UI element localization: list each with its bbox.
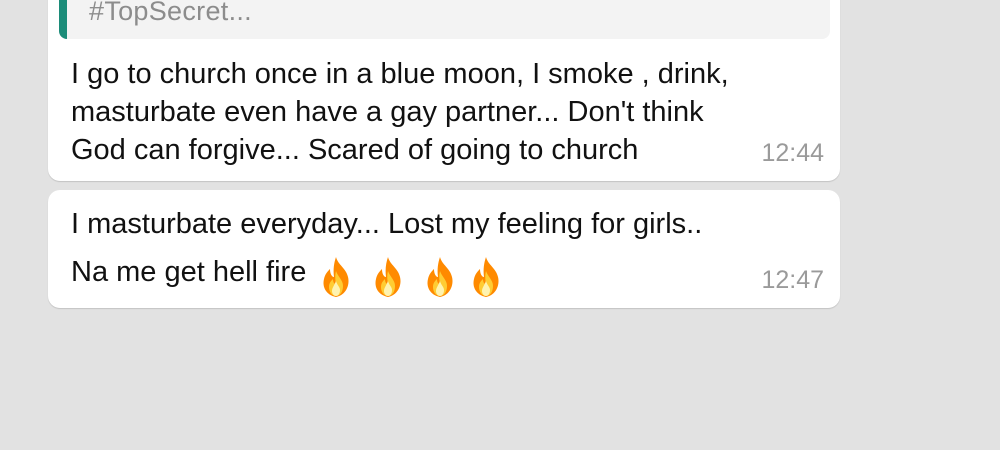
- message-line-text: Na me get hell fire: [71, 256, 307, 288]
- message-line: I go to church once in a blue moon, I sm…: [71, 58, 729, 90]
- message-line: God can forgive... Scared of going to ch…: [71, 134, 639, 166]
- quote-accent-bar: [59, 0, 67, 39]
- quoted-message[interactable]: #TopSecret...: [59, 0, 830, 39]
- message-text: I masturbate everyday... Lost my feeling…: [71, 200, 702, 300]
- message-text: I go to church once in a blue moon, I sm…: [71, 55, 729, 169]
- message-line: Na me get hell fire: [71, 248, 702, 300]
- message-line: I masturbate everyday... Lost my feeling…: [71, 208, 703, 240]
- chat-view: #TopSecret... I go to church once in a b…: [0, 0, 1000, 450]
- message-timestamp: 12:44: [761, 139, 824, 167]
- fire-icon: [323, 257, 349, 298]
- message-line: masturbate even have a gay partner... Do…: [71, 96, 704, 128]
- fire-icon: [473, 257, 499, 298]
- message-timestamp: 12:47: [761, 266, 824, 294]
- fire-icon: [427, 257, 453, 298]
- quoted-text: #TopSecret...: [89, 0, 252, 26]
- emoji-group: [316, 252, 518, 300]
- fire-icon: [375, 257, 401, 298]
- message-bubble[interactable]: I masturbate everyday... Lost my feeling…: [48, 190, 840, 308]
- message-bubble[interactable]: #TopSecret... I go to church once in a b…: [48, 0, 840, 181]
